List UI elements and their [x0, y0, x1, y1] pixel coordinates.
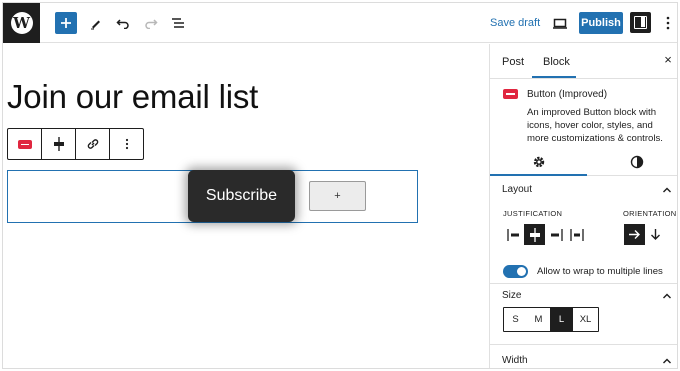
top-toolbar: W Save draft Publish — [3, 3, 677, 43]
chevron-up-icon[interactable] — [662, 291, 672, 301]
gear-icon[interactable] — [532, 155, 546, 169]
justify-center-icon — [53, 137, 64, 151]
justify-space-between-button[interactable] — [566, 224, 587, 245]
chevron-up-icon[interactable] — [662, 185, 672, 195]
link-button[interactable] — [76, 129, 110, 159]
arrow-down-icon — [651, 229, 660, 240]
orientation-controls — [624, 224, 666, 245]
justify-right-icon — [550, 228, 563, 241]
active-tab-indicator — [532, 76, 576, 78]
save-draft-button[interactable]: Save draft — [490, 17, 540, 29]
active-tab-indicator — [490, 174, 587, 176]
pencil-icon — [90, 20, 100, 29]
size-option-m[interactable]: M — [527, 308, 550, 331]
editor-window: W Save draft Publish Join our email list… — [2, 2, 678, 369]
justify-button[interactable] — [42, 129, 76, 159]
size-option-l[interactable]: L — [550, 308, 573, 331]
more-vertical-icon — [125, 138, 128, 150]
close-sidebar-button[interactable]: × — [661, 52, 675, 68]
chevron-up-icon[interactable] — [662, 356, 672, 366]
wrap-toggle-label: Allow to wrap to multiple lines — [537, 266, 663, 277]
publish-button[interactable]: Publish — [579, 12, 623, 34]
panel-divider — [490, 344, 677, 345]
justify-space-between-icon — [569, 228, 584, 241]
block-card-description: An improved Button block with icons, hov… — [527, 107, 663, 144]
orientation-horizontal-button[interactable] — [624, 224, 645, 245]
justify-left-icon — [506, 228, 519, 241]
button-block-icon — [503, 89, 518, 99]
settings-sidebar: Post Block × Button (Improved) An improv… — [489, 44, 677, 368]
styles-icon[interactable] — [630, 155, 644, 169]
size-option-xl[interactable]: XL — [573, 308, 598, 331]
button-block-icon — [17, 139, 32, 149]
list-view-icon — [172, 18, 184, 28]
undo-button[interactable] — [112, 12, 134, 34]
orientation-vertical-button[interactable] — [645, 224, 666, 245]
block-options-button[interactable] — [110, 129, 143, 159]
width-panel-title[interactable]: Width — [502, 355, 528, 366]
block-type-button[interactable] — [8, 129, 42, 159]
justify-center-button[interactable] — [524, 224, 545, 245]
block-toolbar — [7, 128, 144, 160]
arrow-right-icon — [629, 230, 640, 239]
tab-block[interactable]: Block — [543, 56, 570, 68]
justify-left-button[interactable] — [503, 224, 524, 245]
document-overview-button[interactable] — [167, 12, 189, 34]
redo-icon — [145, 19, 158, 29]
wrap-toggle[interactable] — [503, 265, 528, 278]
add-block-button[interactable] — [55, 12, 77, 34]
justification-controls — [503, 224, 587, 245]
sidebar-icon — [634, 16, 647, 29]
editor-canvas[interactable]: Join our email list Subscribe + — [3, 44, 489, 368]
desktop-icon — [553, 18, 567, 29]
size-selector: S M L XL — [503, 307, 599, 332]
block-card-title: Button (Improved) — [527, 89, 608, 100]
orientation-label: ORIENTATION — [623, 209, 677, 218]
page-heading[interactable]: Join our email list — [7, 78, 258, 116]
subscribe-button-block[interactable]: Subscribe — [188, 170, 295, 222]
plus-icon — [61, 18, 71, 28]
tab-post[interactable]: Post — [502, 56, 524, 68]
justify-right-button[interactable] — [545, 224, 566, 245]
sidebar-tabs: Post Block × — [490, 44, 677, 79]
tools-button[interactable] — [84, 12, 106, 34]
panel-divider — [490, 283, 677, 284]
layout-panel-title[interactable]: Layout — [502, 184, 532, 195]
size-panel-title[interactable]: Size — [502, 290, 521, 301]
preview-button[interactable] — [549, 12, 571, 34]
inspector-tabs — [490, 151, 677, 176]
size-option-s[interactable]: S — [504, 308, 527, 331]
options-menu-button[interactable] — [657, 12, 677, 34]
more-vertical-icon — [666, 16, 670, 30]
redo-button[interactable] — [140, 12, 162, 34]
wordpress-logo-icon: W — [10, 12, 33, 34]
settings-toggle-button[interactable] — [630, 12, 651, 33]
link-icon — [87, 139, 98, 149]
add-button-appender[interactable]: + — [309, 181, 366, 211]
justify-center-icon — [529, 227, 540, 242]
wordpress-logo-button[interactable]: W — [3, 3, 40, 43]
justification-label: JUSTIFICATION — [503, 209, 563, 218]
undo-icon — [116, 19, 129, 29]
